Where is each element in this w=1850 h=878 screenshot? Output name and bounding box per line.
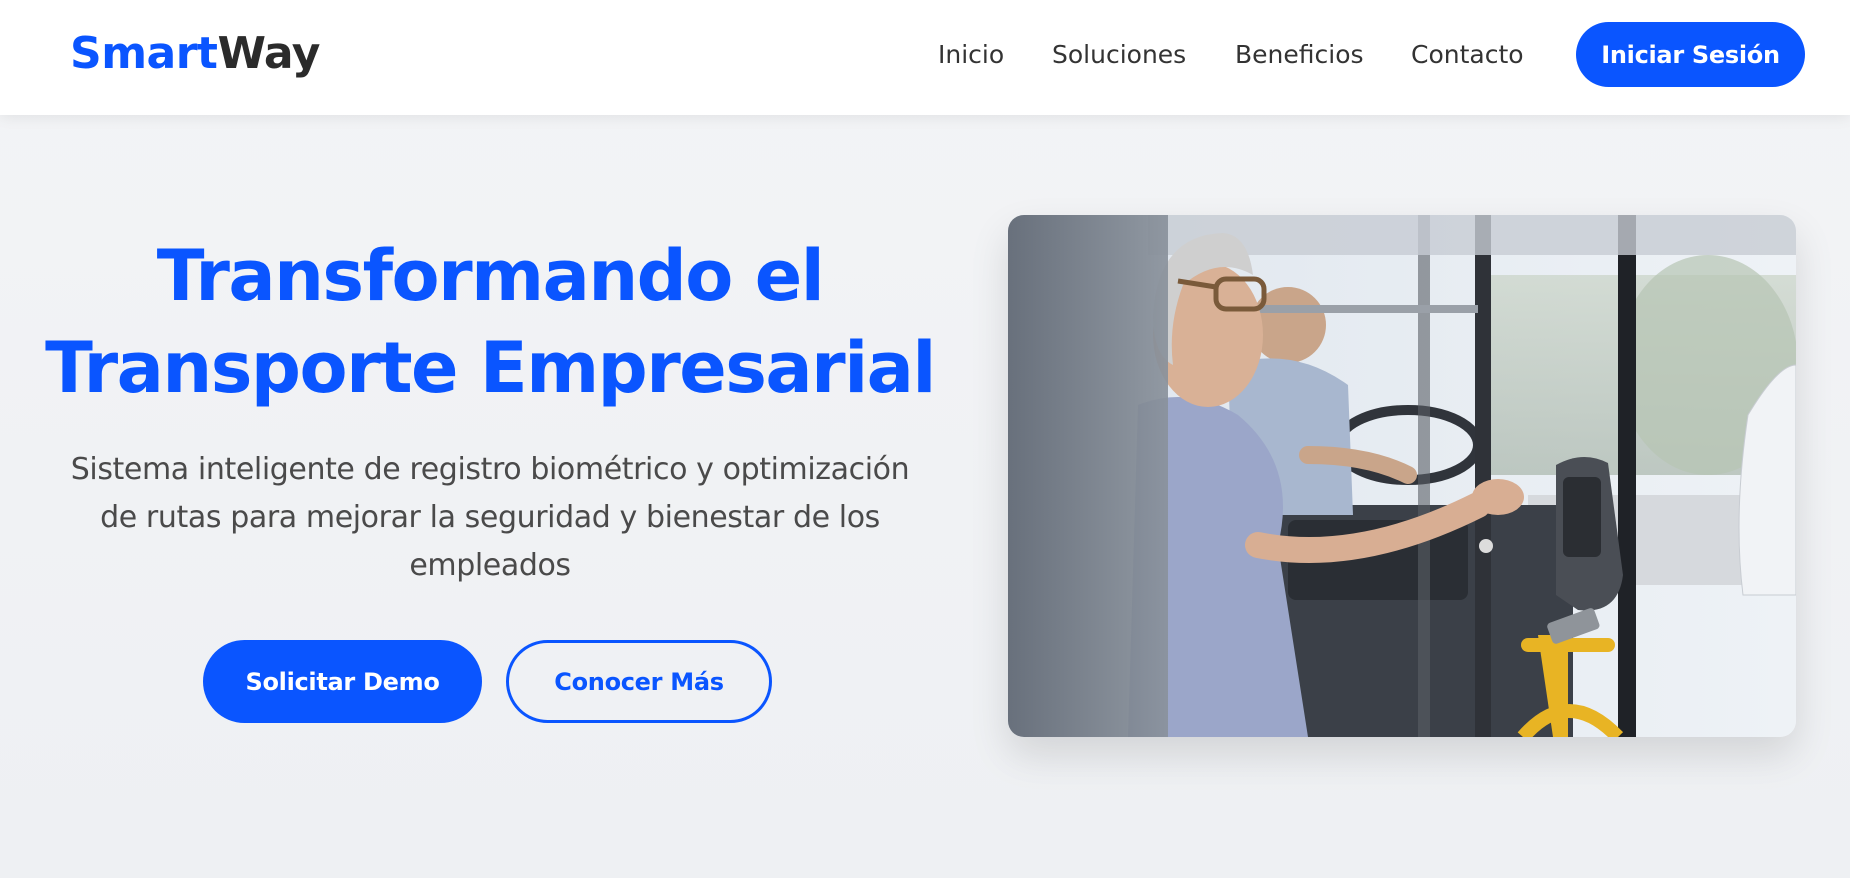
hero-title: Transformando el Transporte Empresarial (40, 230, 940, 414)
nav-link-inicio[interactable]: Inicio (938, 38, 1004, 72)
brand-logo[interactable]: SmartWay (70, 26, 320, 82)
hero-subtitle-line-2: de rutas para mejorar la seguridad y bie… (100, 500, 880, 535)
hero-subtitle-line-1: Sistema inteligente de registro biométri… (70, 452, 910, 487)
hero-photo (1008, 215, 1796, 737)
nav-link-contacto[interactable]: Contacto (1411, 38, 1524, 72)
hero-subtitle-line-3: empleados (409, 548, 571, 583)
request-demo-button[interactable]: Solicitar Demo (203, 640, 482, 723)
hero-title-line-1: Transformando el (156, 235, 825, 317)
bus-boarding-photo-icon (1008, 215, 1796, 737)
hero-title-line-2: Transporte Empresarial (45, 327, 936, 409)
top-navbar: SmartWay Inicio Soluciones Beneficios Co… (0, 0, 1850, 115)
logo-part-way: Way (217, 28, 320, 79)
nav-link-soluciones[interactable]: Soluciones (1052, 38, 1186, 72)
login-button[interactable]: Iniciar Sesión (1576, 22, 1805, 87)
hero-subtitle: Sistema inteligente de registro biométri… (40, 446, 940, 590)
learn-more-button[interactable]: Conocer Más (506, 640, 772, 723)
nav-link-beneficios[interactable]: Beneficios (1235, 38, 1364, 72)
logo-part-smart: Smart (70, 28, 218, 79)
